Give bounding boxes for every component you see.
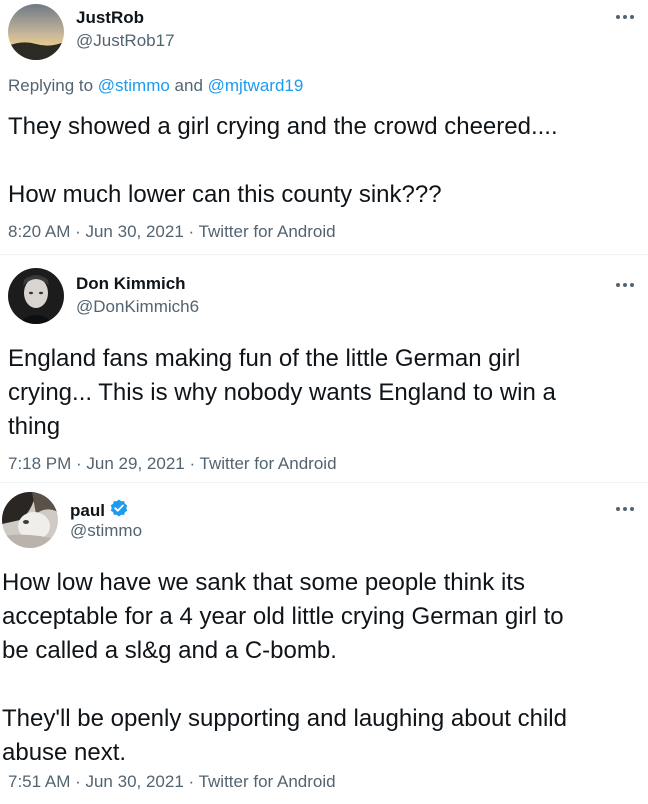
more-options-icon[interactable] [616, 506, 634, 512]
avatar[interactable] [2, 492, 58, 548]
tweet-timestamp[interactable]: 8:20 AM · Jun 30, 2021 · Twitter for And… [8, 222, 336, 242]
display-name-row: paul [70, 498, 129, 521]
user-handle[interactable]: @stimmo [70, 521, 142, 541]
replying-to-label: Replying to [8, 76, 98, 95]
reply-mention-mjtward19[interactable]: @mjtward19 [208, 76, 304, 95]
user-handle[interactable]: @JustRob17 [76, 31, 175, 51]
replying-to-line: Replying to @stimmo and @mjtward19 [8, 76, 303, 96]
display-name[interactable]: JustRob [76, 8, 144, 28]
tweet-text: How low have we sank that some people th… [2, 569, 567, 766]
display-name[interactable]: Don Kimmich [76, 274, 186, 294]
avatar-sunset-image [8, 4, 64, 60]
reply-mention-stimmo[interactable]: @stimmo [98, 76, 170, 95]
tweet-donkimmich: Don Kimmich @DonKimmich6 England fans ma… [0, 256, 648, 482]
user-handle[interactable]: @DonKimmich6 [76, 297, 199, 317]
verified-badge-icon [110, 499, 128, 517]
avatar[interactable] [8, 4, 64, 60]
tweet-timestamp[interactable]: 7:18 PM · Jun 29, 2021 · Twitter for And… [8, 454, 337, 474]
tweet-timestamp[interactable]: 7:51 AM · Jun 30, 2021 · Twitter for And… [8, 772, 336, 792]
more-options-icon[interactable] [616, 14, 634, 20]
avatar[interactable] [8, 268, 64, 324]
tweet-paul: paul @stimmo How low have we sank that s… [0, 484, 648, 804]
divider [0, 482, 648, 483]
more-options-icon[interactable] [616, 282, 634, 288]
tweet-text: England fans making fun of the little Ge… [8, 345, 556, 440]
display-name[interactable]: paul [70, 501, 105, 520]
tweet-justrob: JustRob @JustRob17 Replying to @stimmo a… [0, 0, 648, 252]
divider [0, 254, 648, 255]
avatar-cat-image [2, 492, 58, 548]
tweet-text: They showed a girl crying and the crowd … [8, 113, 558, 208]
avatar-portrait-image [8, 268, 64, 324]
reply-and-label: and [169, 76, 208, 95]
